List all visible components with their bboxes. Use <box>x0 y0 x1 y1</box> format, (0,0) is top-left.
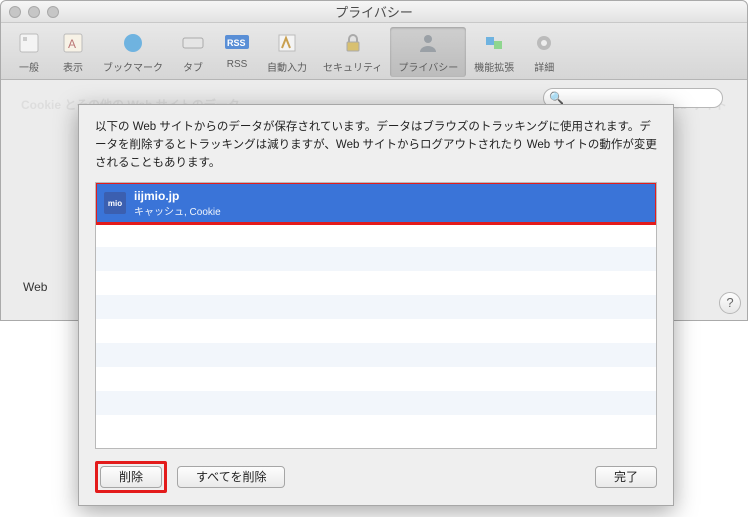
titlebar: プライバシー <box>1 1 747 23</box>
list-empty-row <box>96 367 656 391</box>
list-empty-row <box>96 391 656 415</box>
tab-label: 詳細 <box>534 59 554 74</box>
tab-label: 一般 <box>19 59 39 74</box>
tab-bookmarks[interactable]: ブックマーク <box>95 27 171 77</box>
list-empty-row <box>96 415 656 439</box>
site-favicon: mio <box>104 192 126 214</box>
extensions-icon <box>480 29 508 57</box>
done-button[interactable]: 完了 <box>595 466 657 488</box>
highlight-remove: 削除 <box>95 461 167 493</box>
tab-label: 自動入力 <box>267 59 307 74</box>
website-data-list[interactable]: mio iijmio.jp キャッシュ, Cookie <box>95 182 657 449</box>
tab-label: セキュリティ <box>323 59 382 74</box>
autofill-icon <box>273 29 301 57</box>
lock-icon <box>339 29 367 57</box>
gear-icon <box>530 29 558 57</box>
tab-label: プライバシー <box>398 59 458 74</box>
tabs-icon <box>179 29 207 57</box>
svg-text:RSS: RSS <box>227 38 246 48</box>
appearance-icon: A <box>59 29 87 57</box>
list-empty-row <box>96 223 656 247</box>
tab-label: 表示 <box>63 59 83 74</box>
tab-appearance[interactable]: A 表示 <box>51 27 95 77</box>
list-item-text: iijmio.jp キャッシュ, Cookie <box>134 189 221 218</box>
tab-privacy[interactable]: プライバシー <box>390 27 466 77</box>
side-web-label: Web <box>23 280 47 294</box>
tab-tabs[interactable]: タブ <box>171 27 215 77</box>
tab-extensions[interactable]: 機能拡張 <box>466 27 522 77</box>
search-icon: 🔍 <box>549 91 564 105</box>
tab-general[interactable]: 一般 <box>7 27 51 77</box>
tab-label: ブックマーク <box>103 59 163 74</box>
rss-icon: RSS <box>223 29 251 57</box>
sheet-description: 以下の Web サイトからのデータが保存されています。データはブラウズのトラッキ… <box>95 119 657 172</box>
list-empty-row <box>96 319 656 343</box>
bookmarks-icon <box>119 29 147 57</box>
website-data-sheet: 以下の Web サイトからのデータが保存されています。データはブラウズのトラッキ… <box>78 104 674 506</box>
site-domain: iijmio.jp <box>134 189 221 203</box>
list-empty-row <box>96 271 656 295</box>
tab-label: 機能拡張 <box>474 59 514 74</box>
list-empty-row <box>96 343 656 367</box>
svg-text:A: A <box>68 37 76 51</box>
help-button[interactable]: ? <box>719 292 741 314</box>
list-empty-row <box>96 295 656 319</box>
tab-label: タブ <box>183 59 203 74</box>
tab-label: RSS <box>227 59 248 70</box>
site-detail: キャッシュ, Cookie <box>134 203 221 218</box>
sheet-button-row: 削除 すべてを削除 完了 <box>95 449 657 493</box>
preferences-toolbar: 一般 A 表示 ブックマーク タブ RSS RSS 自動入力 セキュリティ プラ… <box>1 23 747 80</box>
tab-autofill[interactable]: 自動入力 <box>259 27 315 77</box>
remove-button[interactable]: 削除 <box>100 466 162 488</box>
list-item[interactable]: mio iijmio.jp キャッシュ, Cookie <box>96 183 656 223</box>
tab-rss[interactable]: RSS RSS <box>215 27 259 77</box>
tab-security[interactable]: セキュリティ <box>315 27 390 77</box>
general-icon <box>15 29 43 57</box>
list-empty-row <box>96 247 656 271</box>
remove-all-button[interactable]: すべてを削除 <box>177 466 285 488</box>
privacy-icon <box>414 29 442 57</box>
tab-advanced[interactable]: 詳細 <box>522 27 566 77</box>
window-title: プライバシー <box>1 2 747 21</box>
